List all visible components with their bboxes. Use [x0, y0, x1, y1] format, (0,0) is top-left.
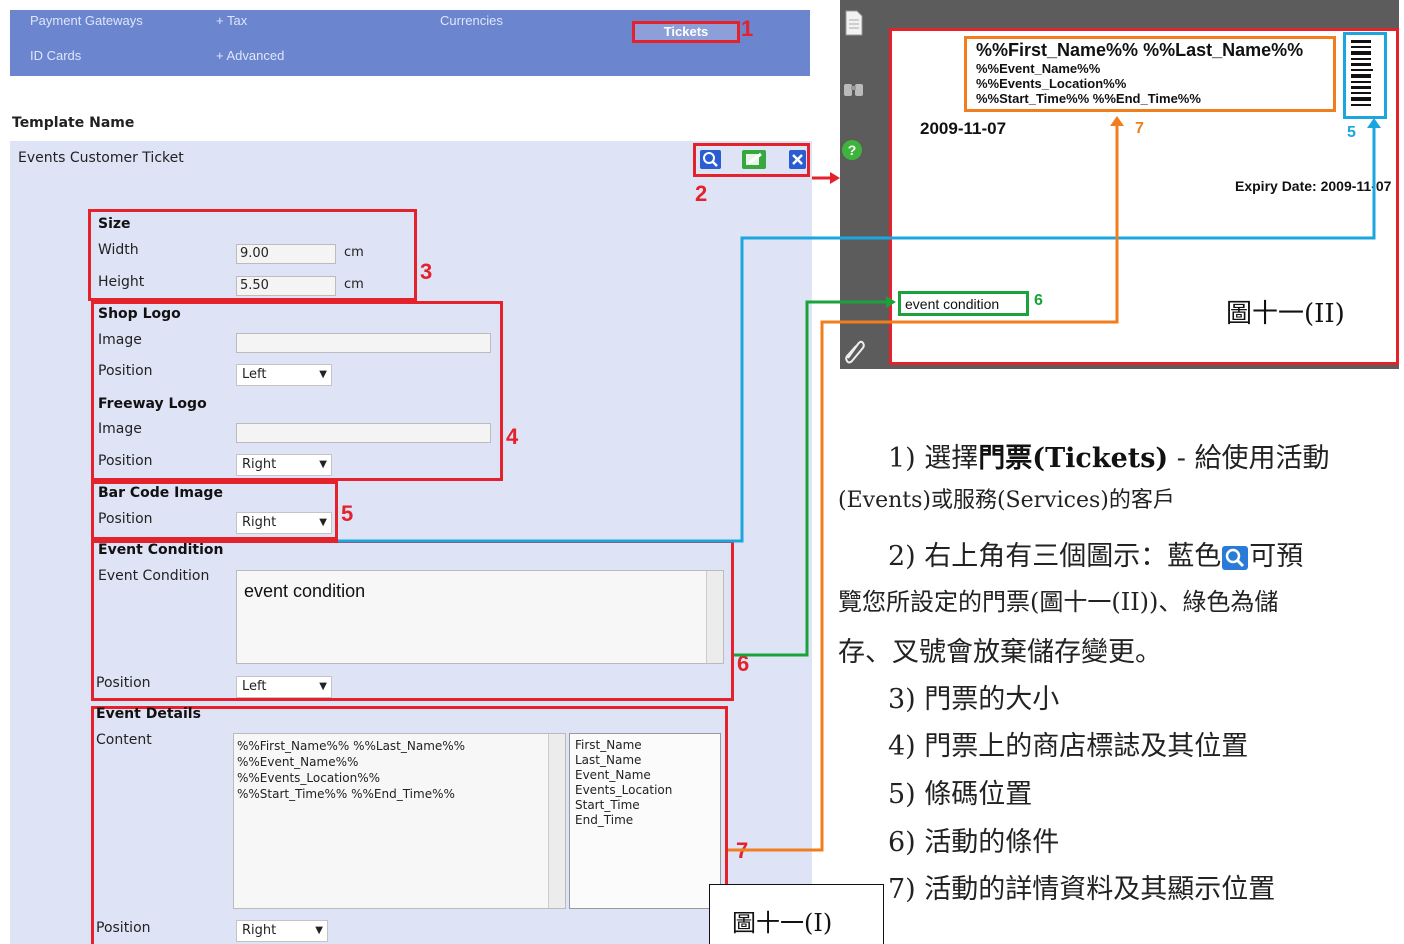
instruction-2-cont: 覽您所設定的門票(圖十一(II))、綠色為儲	[838, 588, 1279, 616]
magnifier-icon-inline	[1221, 545, 1249, 571]
barcode-connector	[338, 126, 1376, 543]
instruction-2-cont2: 存、叉號會放棄儲存變更。	[838, 637, 1162, 668]
toolbar-arrowhead	[830, 172, 840, 184]
instruction-2a: 2) 右上角有三個圖示：藍色	[888, 541, 1222, 572]
instruction-7: 7) 活動的詳情資料及其顯示位置	[888, 874, 1276, 905]
condition-arrowhead	[886, 296, 896, 308]
instruction-6: 6) 活動的條件	[888, 827, 1060, 858]
instruction-2: 2) 右上角有三個圖示：藍色 可預	[888, 534, 1303, 573]
instruction-1c: - 給使用活動	[1168, 443, 1330, 474]
instruction-1: 1) 選擇門票(Tickets) - 給使用活動	[888, 436, 1330, 475]
barcode-arrowhead	[1367, 118, 1381, 128]
instruction-5: 5) 條碼位置	[888, 779, 1033, 810]
details-arrowhead	[1110, 116, 1124, 126]
instruction-1b: 門票(Tickets)	[978, 443, 1169, 474]
instruction-3: 3) 門票的大小	[888, 684, 1060, 715]
instruction-1a: 1) 選擇	[888, 443, 979, 474]
instruction-2b: 可預	[1249, 541, 1304, 572]
instruction-4: 4) 門票上的商店標誌及其位置	[888, 731, 1249, 762]
instruction-1-cont: (Events)或服務(Services)的客戶	[838, 488, 1175, 513]
